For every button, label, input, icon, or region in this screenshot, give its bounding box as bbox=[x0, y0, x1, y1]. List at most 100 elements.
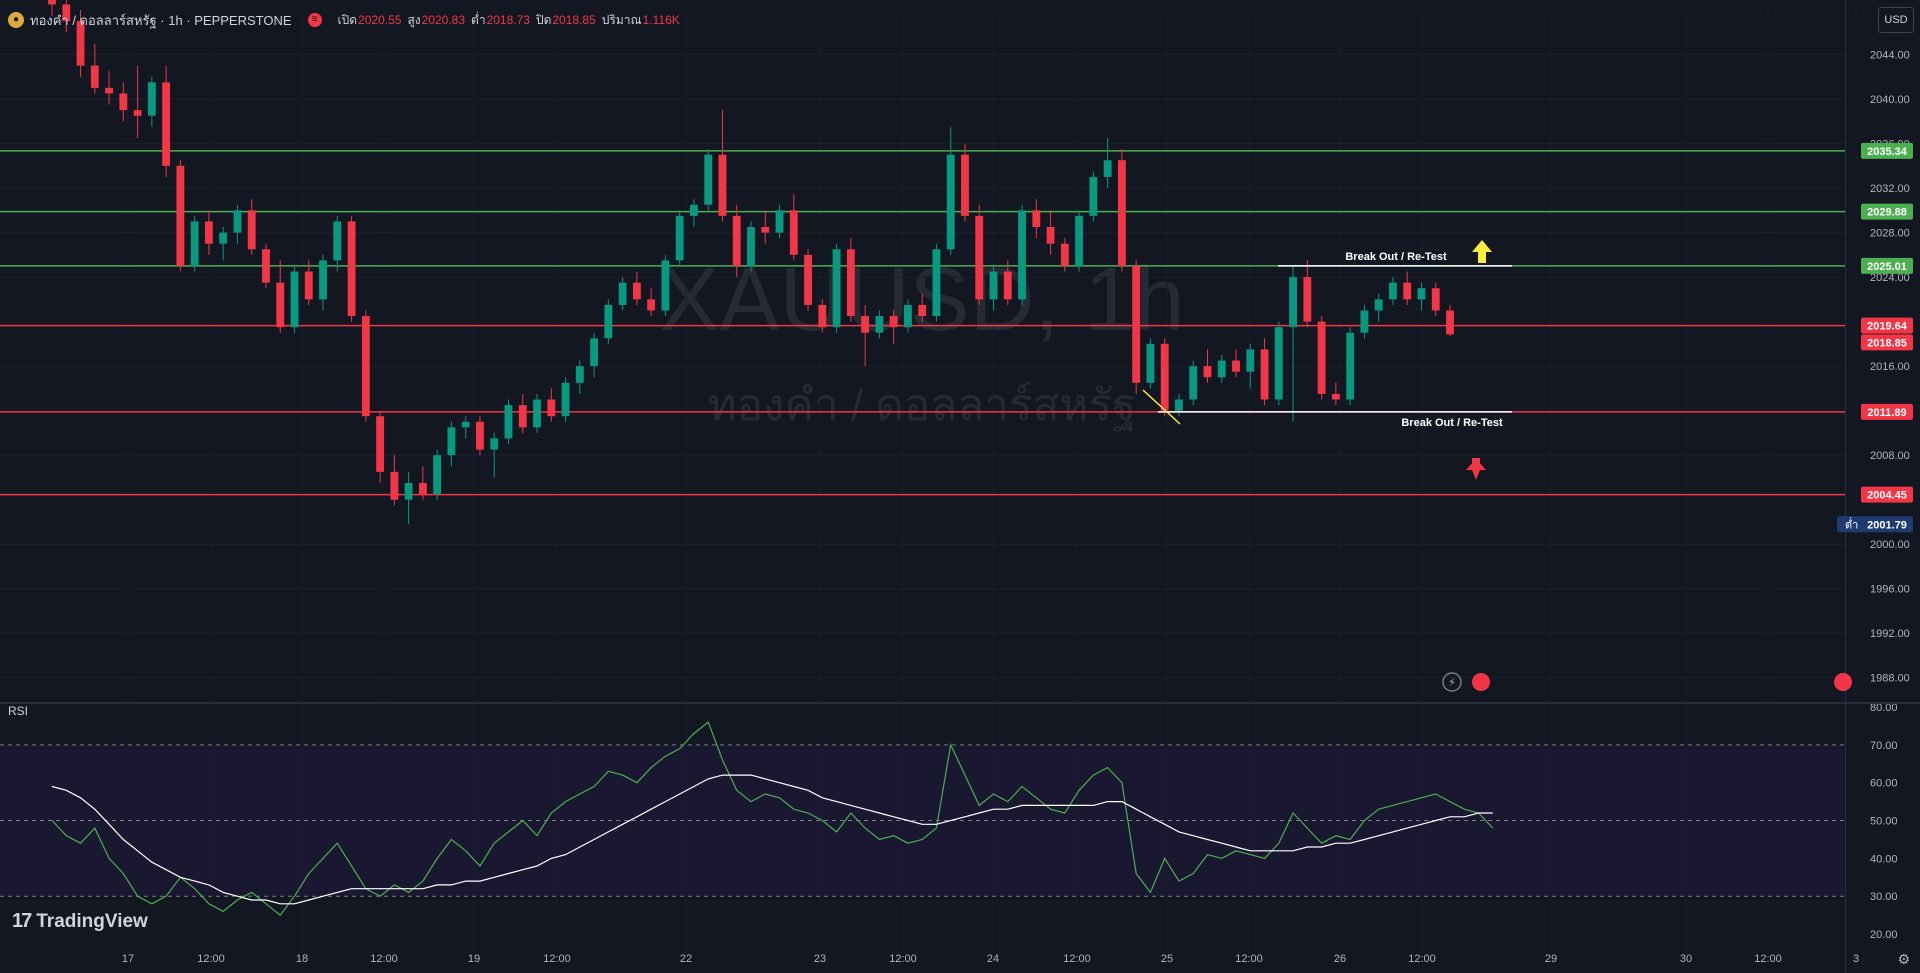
level-badge-label: 2019.64 bbox=[1867, 321, 1908, 333]
candle-body bbox=[1089, 176, 1098, 216]
candle-body bbox=[618, 282, 627, 305]
ohlc-high-label: สูง bbox=[407, 12, 421, 27]
candle-body bbox=[1317, 321, 1326, 394]
time-tick-label: 12:00 bbox=[543, 953, 571, 965]
candle-body bbox=[504, 405, 513, 439]
time-tick-label: 24 bbox=[987, 953, 999, 965]
settings-gear-icon[interactable]: ⚙ bbox=[1897, 951, 1910, 968]
level-badge-label: 2035.34 bbox=[1867, 146, 1908, 158]
candle-body bbox=[1389, 282, 1397, 300]
candle-body bbox=[233, 210, 242, 233]
price-tick-label: 2044.00 bbox=[1870, 50, 1910, 62]
last-price-label: 2018.85 bbox=[1867, 337, 1907, 349]
candle-body bbox=[561, 382, 570, 417]
time-tick-label: 12:00 bbox=[1754, 953, 1782, 965]
time-tick-label: 25 bbox=[1161, 953, 1173, 965]
time-tick-label: 18 bbox=[296, 953, 308, 965]
price-tick-label: 2016.00 bbox=[1870, 361, 1910, 373]
candle-body bbox=[975, 215, 984, 300]
time-tick-label: 30 bbox=[1680, 953, 1692, 965]
candle-body bbox=[147, 82, 156, 116]
price-tick-label: 1992.00 bbox=[1870, 628, 1910, 640]
candle-body bbox=[133, 110, 142, 116]
candle-body bbox=[461, 421, 470, 428]
candle-body bbox=[690, 204, 698, 216]
time-tick-label: 22 bbox=[680, 953, 692, 965]
time-tick-label: 3 bbox=[1853, 953, 1859, 965]
candle-body bbox=[946, 154, 955, 250]
candle-body bbox=[1260, 349, 1269, 400]
candle-body bbox=[1403, 282, 1412, 300]
currency-selector[interactable]: USD bbox=[1878, 7, 1914, 33]
candle-body bbox=[1160, 343, 1169, 411]
candle-body bbox=[1189, 366, 1198, 400]
candle-body bbox=[390, 471, 399, 500]
candle-body bbox=[1374, 299, 1383, 311]
candle-body bbox=[176, 165, 185, 266]
candle-body bbox=[219, 232, 228, 244]
candle-body bbox=[932, 249, 941, 317]
time-axis[interactable]: 17 12:00 18 12:00 19 12:00 22 23 12:00 24 12:00 25 1… bbox=[122, 953, 1859, 965]
candle-body bbox=[1046, 227, 1055, 244]
ohlc-low-label: ต่ำ bbox=[471, 12, 486, 27]
candle-body bbox=[1431, 288, 1440, 311]
candle-body bbox=[1003, 271, 1012, 300]
breakout-label-lower: Break Out / Re-Test bbox=[1401, 417, 1503, 429]
candle-body bbox=[747, 227, 755, 266]
ohlc-low-value: 2018.73 bbox=[486, 12, 530, 27]
symbol-legend[interactable]: ● ทองคำ / ดอลลาร์สหรัฐ · 1h · PEPPERSTON… bbox=[8, 10, 680, 30]
candle-body bbox=[204, 221, 213, 244]
candle-body bbox=[247, 210, 256, 250]
gold-coin-icon: ● bbox=[8, 12, 24, 28]
low-marker-prefix: ต่ำ bbox=[1845, 516, 1858, 531]
candle-body bbox=[304, 271, 313, 300]
ohlc-close-label: ปิด bbox=[535, 12, 552, 27]
price-tick-label: 2032.00 bbox=[1870, 183, 1910, 195]
price-axis[interactable]: 2044.002040.002036.002032.002028.002024.… bbox=[1837, 50, 1913, 942]
candle-body bbox=[319, 260, 327, 300]
candle-body bbox=[875, 316, 884, 333]
time-tick-label: 12:00 bbox=[370, 953, 398, 965]
candle-body bbox=[533, 399, 541, 428]
rsi-pane-label[interactable]: RSI bbox=[8, 704, 28, 718]
candle-body bbox=[361, 316, 370, 417]
candle-body bbox=[675, 215, 684, 261]
candle-body bbox=[818, 304, 827, 328]
candle-body bbox=[704, 154, 713, 205]
candle-body bbox=[1446, 310, 1454, 335]
tradingview-logo[interactable]: 17 TradingView bbox=[12, 910, 148, 933]
candle-body bbox=[1246, 349, 1255, 372]
ohlc-values: เปิด2020.55 สูง2020.83 ต่ำ2018.73 ปิด201… bbox=[338, 11, 680, 30]
price-tick-label: 2008.00 bbox=[1870, 450, 1910, 462]
chart-canvas[interactable]: XAUUSD, 1h ทองคำ / ดอลลาร์สหรัฐ Break Ou… bbox=[0, 0, 1920, 973]
candle-body bbox=[1146, 343, 1155, 383]
candle-body bbox=[647, 299, 656, 311]
exchange-badge-icon[interactable]: ≡ bbox=[307, 13, 322, 27]
ohlc-open-label: เปิด bbox=[337, 12, 358, 27]
candle-body bbox=[1103, 160, 1112, 177]
price-tick-label: 2040.00 bbox=[1870, 94, 1910, 106]
candle-body bbox=[1303, 277, 1312, 322]
candle-body bbox=[1331, 393, 1340, 400]
candle-body bbox=[775, 210, 784, 233]
time-tick-label: 12:00 bbox=[1235, 953, 1263, 965]
candle-body bbox=[846, 249, 855, 317]
arrow-down-stem bbox=[1472, 458, 1480, 470]
rsi-band-fill bbox=[0, 744, 1845, 897]
symbol-title: ทองคำ / ดอลลาร์สหรัฐ · 1h · PEPPERSTONE bbox=[30, 12, 292, 28]
level-badge-label: 2004.45 bbox=[1867, 490, 1907, 502]
price-tick-label: 1996.00 bbox=[1870, 584, 1910, 596]
candle-body bbox=[90, 65, 99, 88]
candle-body bbox=[1346, 332, 1355, 400]
time-tick-label: 26 bbox=[1334, 953, 1346, 965]
time-tick-label: 23 bbox=[814, 953, 826, 965]
candle-body bbox=[490, 438, 499, 450]
level-badge-label: 2029.88 bbox=[1867, 207, 1907, 219]
candle-body bbox=[732, 215, 741, 266]
candle-body bbox=[718, 154, 727, 216]
us-flag-event-icon bbox=[1472, 673, 1490, 691]
candle-body bbox=[119, 93, 128, 111]
candle-body bbox=[105, 87, 113, 94]
candle-body bbox=[404, 482, 413, 500]
rsi-tick-label: 50.00 bbox=[1870, 816, 1898, 828]
